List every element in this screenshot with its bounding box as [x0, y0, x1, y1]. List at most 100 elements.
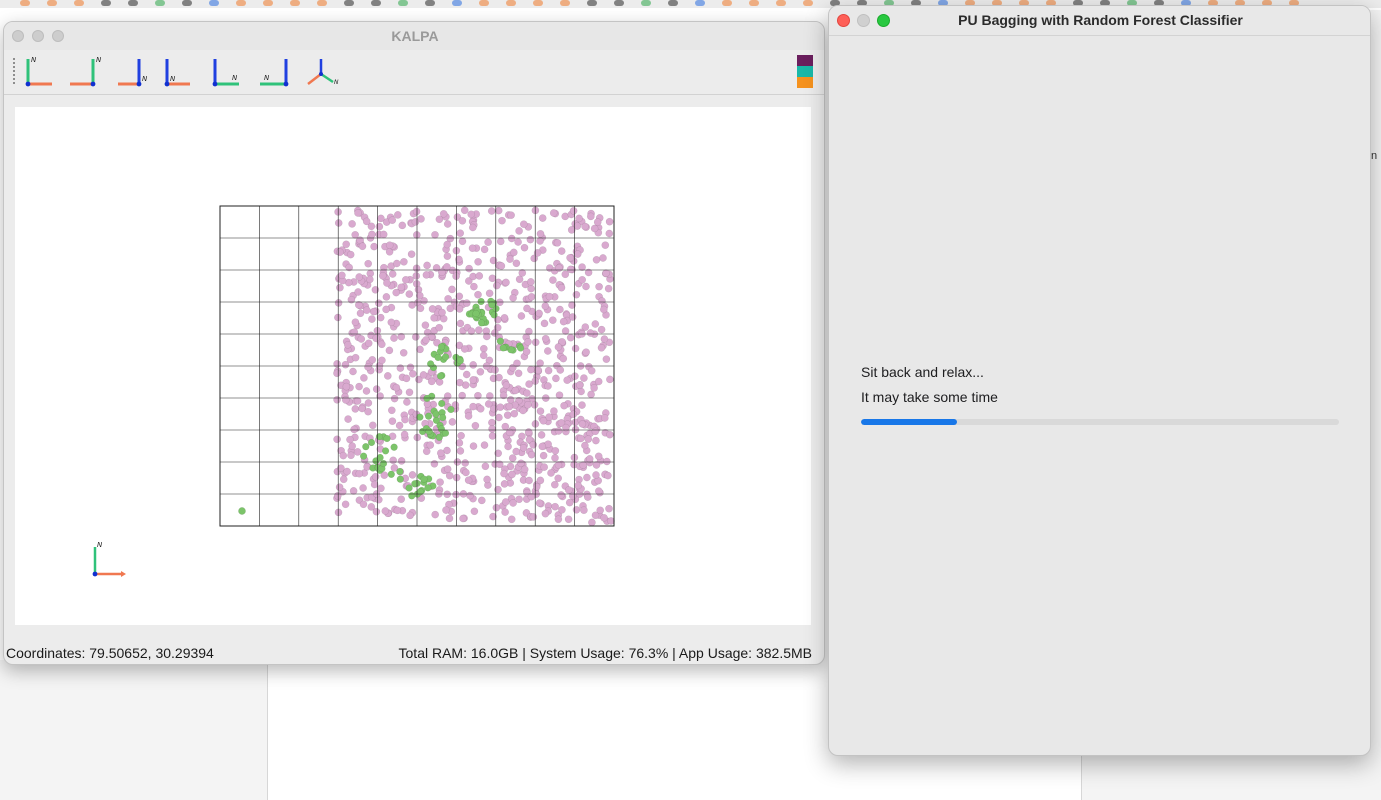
- progress-bar: [861, 419, 1339, 425]
- unlabelled-sample-point: [459, 514, 467, 523]
- unlabelled-sample-point: [369, 307, 378, 316]
- unlabelled-sample-point: [564, 515, 573, 524]
- view-north-up-button[interactable]: N: [18, 54, 56, 90]
- positive-sample-point: [434, 353, 442, 362]
- unlabelled-sample-point: [559, 354, 568, 363]
- unlabelled-sample-point: [393, 211, 402, 219]
- menu-bar-glyph: [452, 0, 462, 6]
- unlabelled-sample-point: [480, 245, 489, 254]
- unlabelled-sample-point: [539, 451, 548, 460]
- unlabelled-sample-point: [592, 471, 600, 479]
- unlabelled-sample-point: [515, 275, 524, 284]
- unlabelled-sample-point: [443, 465, 452, 473]
- view-up-east-button[interactable]: N: [208, 54, 246, 90]
- unlabelled-sample-point: [448, 418, 457, 426]
- view-north-tilted-button[interactable]: N: [160, 54, 198, 90]
- unlabelled-sample-point: [341, 500, 350, 509]
- unlabelled-sample-point: [364, 259, 373, 268]
- unlabelled-sample-point: [334, 299, 343, 307]
- unlabelled-sample-point: [492, 503, 501, 512]
- unlabelled-sample-point: [538, 442, 547, 451]
- unlabelled-sample-point: [443, 240, 452, 249]
- menu-bar-glyph: [533, 0, 543, 6]
- unlabelled-sample-point: [594, 452, 603, 461]
- unlabelled-sample-point: [566, 333, 575, 342]
- unlabelled-sample-point: [398, 221, 407, 230]
- unlabelled-sample-point: [561, 327, 570, 335]
- menu-bar-glyph: [209, 0, 219, 6]
- view-down-north-button[interactable]: N: [114, 54, 152, 90]
- unlabelled-sample-point: [549, 209, 558, 217]
- unlabelled-sample-point: [556, 305, 564, 314]
- unlabelled-sample-point: [462, 468, 470, 477]
- unlabelled-sample-point: [406, 511, 414, 520]
- unlabelled-sample-point: [592, 255, 601, 264]
- pu-titlebar[interactable]: PU Bagging with Random Forest Classifier: [829, 6, 1370, 36]
- unlabelled-sample-point: [522, 347, 531, 356]
- unlabelled-sample-point: [422, 336, 430, 344]
- menu-bar-glyph: [236, 0, 246, 6]
- unlabelled-sample-point: [517, 312, 526, 320]
- unlabelled-sample-point: [535, 499, 544, 507]
- unlabelled-sample-point: [496, 237, 505, 246]
- unlabelled-sample-point: [527, 292, 536, 301]
- unlabelled-sample-point: [376, 313, 385, 322]
- positive-sample-point: [437, 343, 446, 351]
- view-up-west-icon: N: [260, 59, 289, 87]
- map-canvas[interactable]: N: [15, 107, 811, 625]
- positive-sample-point: [441, 429, 450, 437]
- unlabelled-sample-point: [591, 427, 600, 436]
- unlabelled-sample-point: [604, 284, 613, 293]
- unlabelled-sample-point: [477, 496, 486, 505]
- unlabelled-sample-point: [558, 505, 566, 514]
- unlabelled-sample-point: [605, 217, 614, 226]
- unlabelled-sample-point: [578, 263, 586, 271]
- kalpa-titlebar[interactable]: KALPA: [4, 22, 824, 50]
- positive-sample-point: [420, 475, 428, 483]
- unlabelled-sample-point: [387, 318, 396, 327]
- unlabelled-sample-point: [583, 473, 591, 482]
- unlabelled-sample-point: [554, 515, 563, 524]
- legend-swatch: [797, 77, 813, 88]
- toolbar-drag-handle[interactable]: [13, 58, 16, 84]
- unlabelled-sample-point: [388, 270, 397, 278]
- unlabelled-sample-point: [506, 395, 515, 404]
- unlabelled-sample-point: [541, 302, 550, 310]
- unlabelled-sample-point: [455, 378, 464, 387]
- unlabelled-sample-point: [554, 343, 563, 351]
- view-north-up-reversed-button[interactable]: N: [66, 54, 104, 90]
- unlabelled-sample-point: [506, 255, 514, 263]
- view-3d-axes-button[interactable]: N: [302, 54, 340, 90]
- unlabelled-sample-point: [371, 285, 380, 294]
- unlabelled-sample-point: [551, 502, 559, 511]
- unlabelled-sample-point: [526, 235, 535, 244]
- menu-bar-glyph: [344, 0, 354, 6]
- view-up-west-button[interactable]: N: [254, 54, 292, 90]
- pu-close-button[interactable]: [837, 14, 850, 27]
- unlabelled-sample-point: [594, 377, 603, 386]
- unlabelled-sample-point: [336, 283, 344, 292]
- unlabelled-sample-point: [359, 484, 367, 492]
- unlabelled-sample-point: [364, 363, 372, 371]
- unlabelled-sample-point: [359, 500, 368, 509]
- svg-text:N: N: [31, 56, 37, 64]
- unlabelled-sample-point: [587, 390, 595, 399]
- unlabelled-sample-point: [565, 486, 573, 494]
- map-plot[interactable]: N: [15, 107, 811, 625]
- unlabelled-sample-point: [532, 482, 541, 491]
- unlabelled-sample-point: [388, 417, 397, 426]
- unlabelled-sample-point: [529, 440, 538, 449]
- unlabelled-sample-point: [602, 355, 611, 363]
- progress-bar-fill: [861, 419, 957, 425]
- unlabelled-sample-point: [428, 305, 437, 313]
- unlabelled-sample-point: [539, 416, 548, 425]
- unlabelled-sample-point: [339, 451, 348, 460]
- unlabelled-sample-point: [333, 360, 341, 368]
- menu-bar-glyph: [668, 0, 678, 6]
- unlabelled-sample-point: [334, 219, 343, 227]
- unlabelled-sample-point: [388, 216, 397, 224]
- unlabelled-sample-point: [491, 366, 499, 374]
- positive-sample-point: [472, 309, 480, 318]
- unlabelled-sample-point: [574, 481, 583, 490]
- memory-usage-readout: Total RAM: 16.0GB | System Usage: 76.3% …: [398, 645, 812, 661]
